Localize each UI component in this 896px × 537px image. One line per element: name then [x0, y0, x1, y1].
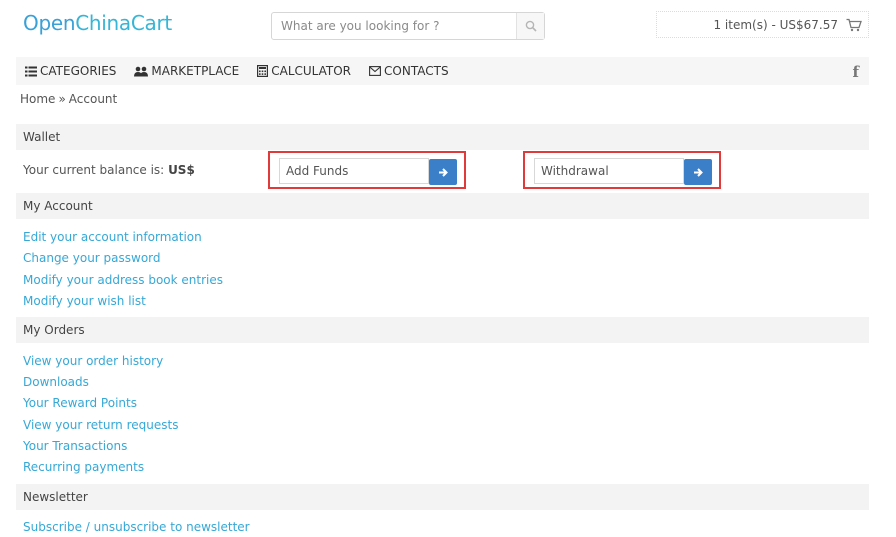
balance-value: US$: [168, 163, 195, 177]
search-input[interactable]: [272, 13, 516, 39]
search-bar: [271, 12, 545, 40]
balance-text: Your current balance is: US$: [23, 163, 195, 177]
withdrawal-field[interactable]: Withdrawal: [534, 158, 684, 184]
add-funds-field[interactable]: Add Funds: [279, 158, 429, 184]
search-icon: [525, 20, 537, 32]
logo-text-open: Open: [23, 11, 76, 35]
add-funds-label: Add Funds: [286, 164, 349, 178]
nav-item-calculator[interactable]: CALCULATOR: [248, 57, 360, 85]
link-change-password[interactable]: Change your password: [23, 251, 161, 265]
facebook-icon[interactable]: f: [853, 63, 859, 81]
users-icon: [134, 66, 149, 76]
link-downloads[interactable]: Downloads: [23, 375, 89, 389]
nav-label-contacts: CONTACTS: [384, 64, 449, 78]
link-reward-points[interactable]: Your Reward Points: [23, 396, 137, 410]
cart-summary[interactable]: 1 item(s) - US$67.57: [656, 11, 869, 38]
nav-item-contacts[interactable]: CONTACTS: [360, 57, 458, 85]
link-newsletter[interactable]: Subscribe / unsubscribe to newsletter: [23, 520, 250, 534]
cart-summary-text: 1 item(s) - US$67.57: [713, 17, 838, 32]
main-nav: CATEGORIES MARKETPLACE CALCULATOR CONTAC…: [16, 57, 869, 85]
list-icon: [25, 66, 37, 76]
breadcrumb-separator: »: [58, 92, 66, 106]
withdrawal-label: Withdrawal: [541, 164, 609, 178]
link-recurring-payments[interactable]: Recurring payments: [23, 460, 144, 474]
section-heading-wallet: Wallet: [16, 124, 869, 150]
nav-label-categories: CATEGORIES: [40, 64, 117, 78]
cart-icon: [846, 18, 862, 31]
link-wish-list[interactable]: Modify your wish list: [23, 294, 146, 308]
withdrawal-button[interactable]: [684, 159, 712, 185]
add-funds-button[interactable]: [429, 159, 457, 185]
section-heading-my-orders: My Orders: [16, 317, 869, 343]
balance-label: Your current balance is:: [23, 163, 165, 177]
add-funds-highlight: Add Funds: [268, 151, 466, 189]
link-address-book[interactable]: Modify your address book entries: [23, 273, 223, 287]
search-button[interactable]: [516, 13, 544, 39]
nav-item-marketplace[interactable]: MARKETPLACE: [125, 57, 248, 85]
nav-label-marketplace: MARKETPLACE: [151, 64, 240, 78]
nav-item-categories[interactable]: CATEGORIES: [16, 57, 125, 85]
link-order-history[interactable]: View your order history: [23, 354, 163, 368]
section-heading-newsletter: Newsletter: [16, 484, 869, 510]
link-transactions[interactable]: Your Transactions: [23, 439, 127, 453]
calculator-icon: [257, 65, 269, 77]
withdrawal-highlight: Withdrawal: [523, 151, 721, 189]
nav-label-calculator: CALCULATOR: [271, 64, 352, 78]
section-heading-my-account: My Account: [16, 193, 869, 219]
link-return-requests[interactable]: View your return requests: [23, 418, 178, 432]
arrow-right-icon: [693, 167, 703, 177]
breadcrumb-current[interactable]: Account: [69, 92, 117, 106]
arrow-right-icon: [438, 167, 448, 177]
envelope-icon: [369, 66, 381, 76]
link-edit-account[interactable]: Edit your account information: [23, 230, 202, 244]
logo-text-chinacart: ChinaCart: [75, 11, 172, 35]
breadcrumb: Home» Account: [20, 92, 117, 106]
site-logo[interactable]: OpenChinaCart: [23, 11, 172, 35]
breadcrumb-home[interactable]: Home: [20, 92, 55, 106]
